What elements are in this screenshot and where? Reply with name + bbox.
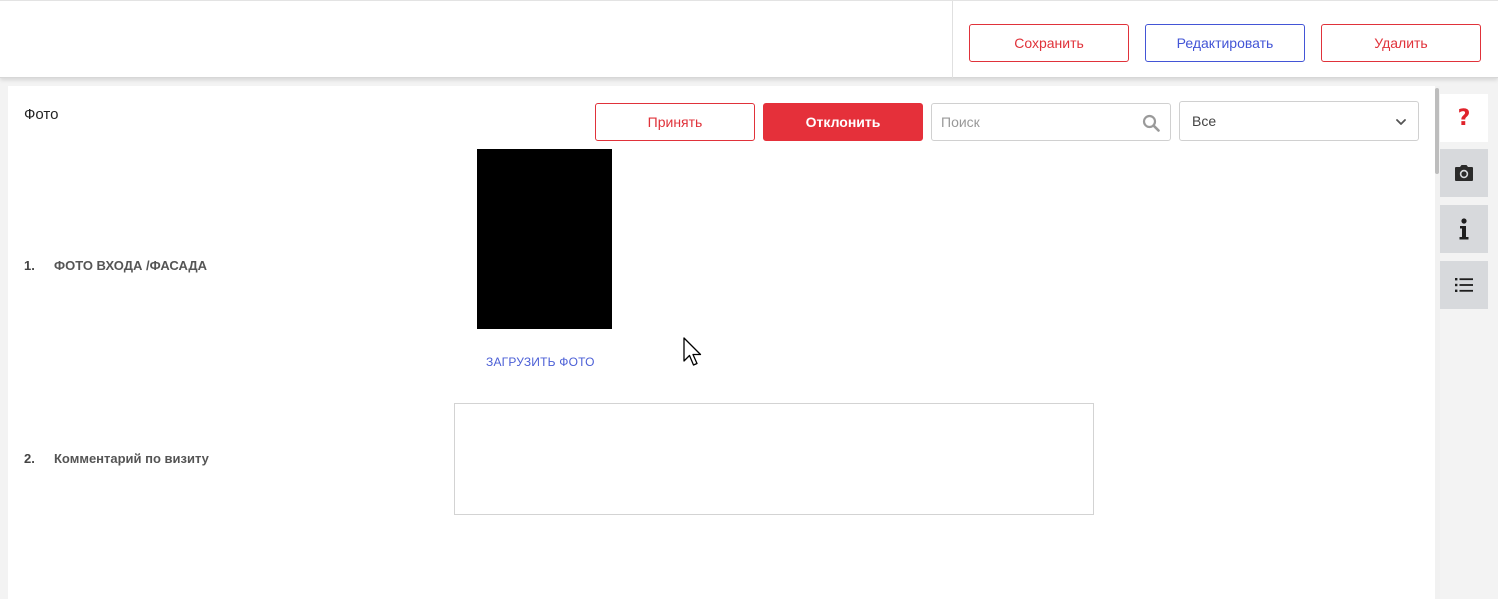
search-icon[interactable]	[1142, 114, 1160, 132]
reject-button[interactable]: Отклонить	[763, 103, 923, 141]
filter-select-value: Все	[1192, 113, 1217, 129]
upload-photo-link[interactable]: ЗАГРУЗИТЬ ФОТО	[486, 355, 595, 369]
filter-select[interactable]: Все	[1179, 101, 1419, 141]
list-tab-button[interactable]	[1440, 261, 1488, 309]
row-label-visit-comment: Комментарий по визиту	[54, 451, 209, 466]
accept-button[interactable]: Принять	[595, 103, 755, 141]
row-label-facade-photo: ФОТО ВХОДА /ФАСАДА	[54, 258, 208, 273]
photo-panel	[8, 86, 1435, 599]
save-button[interactable]: Сохранить	[969, 24, 1129, 62]
info-icon	[1459, 218, 1469, 240]
edit-button[interactable]: Редактировать	[1145, 24, 1305, 62]
search-field	[931, 103, 1171, 141]
scrollbar-thumb[interactable]	[1435, 88, 1439, 174]
help-icon: ?	[1457, 105, 1471, 131]
mouse-cursor-icon	[683, 337, 702, 366]
toolbar-divider	[952, 1, 953, 78]
info-tab-button[interactable]	[1440, 205, 1488, 253]
visit-comment-textarea[interactable]	[454, 403, 1094, 515]
facade-photo-thumbnail[interactable]	[477, 149, 612, 329]
photo-tab-button[interactable]	[1440, 149, 1488, 197]
delete-button[interactable]: Удалить	[1321, 24, 1481, 62]
row-number: 1.	[24, 258, 35, 273]
search-input[interactable]	[932, 104, 1132, 140]
row-number: 2.	[24, 451, 35, 466]
list-icon	[1455, 278, 1473, 292]
help-button[interactable]: ?	[1440, 94, 1488, 142]
chevron-down-icon	[1396, 119, 1406, 125]
camera-icon	[1455, 165, 1473, 181]
section-title: Фото	[24, 106, 59, 123]
